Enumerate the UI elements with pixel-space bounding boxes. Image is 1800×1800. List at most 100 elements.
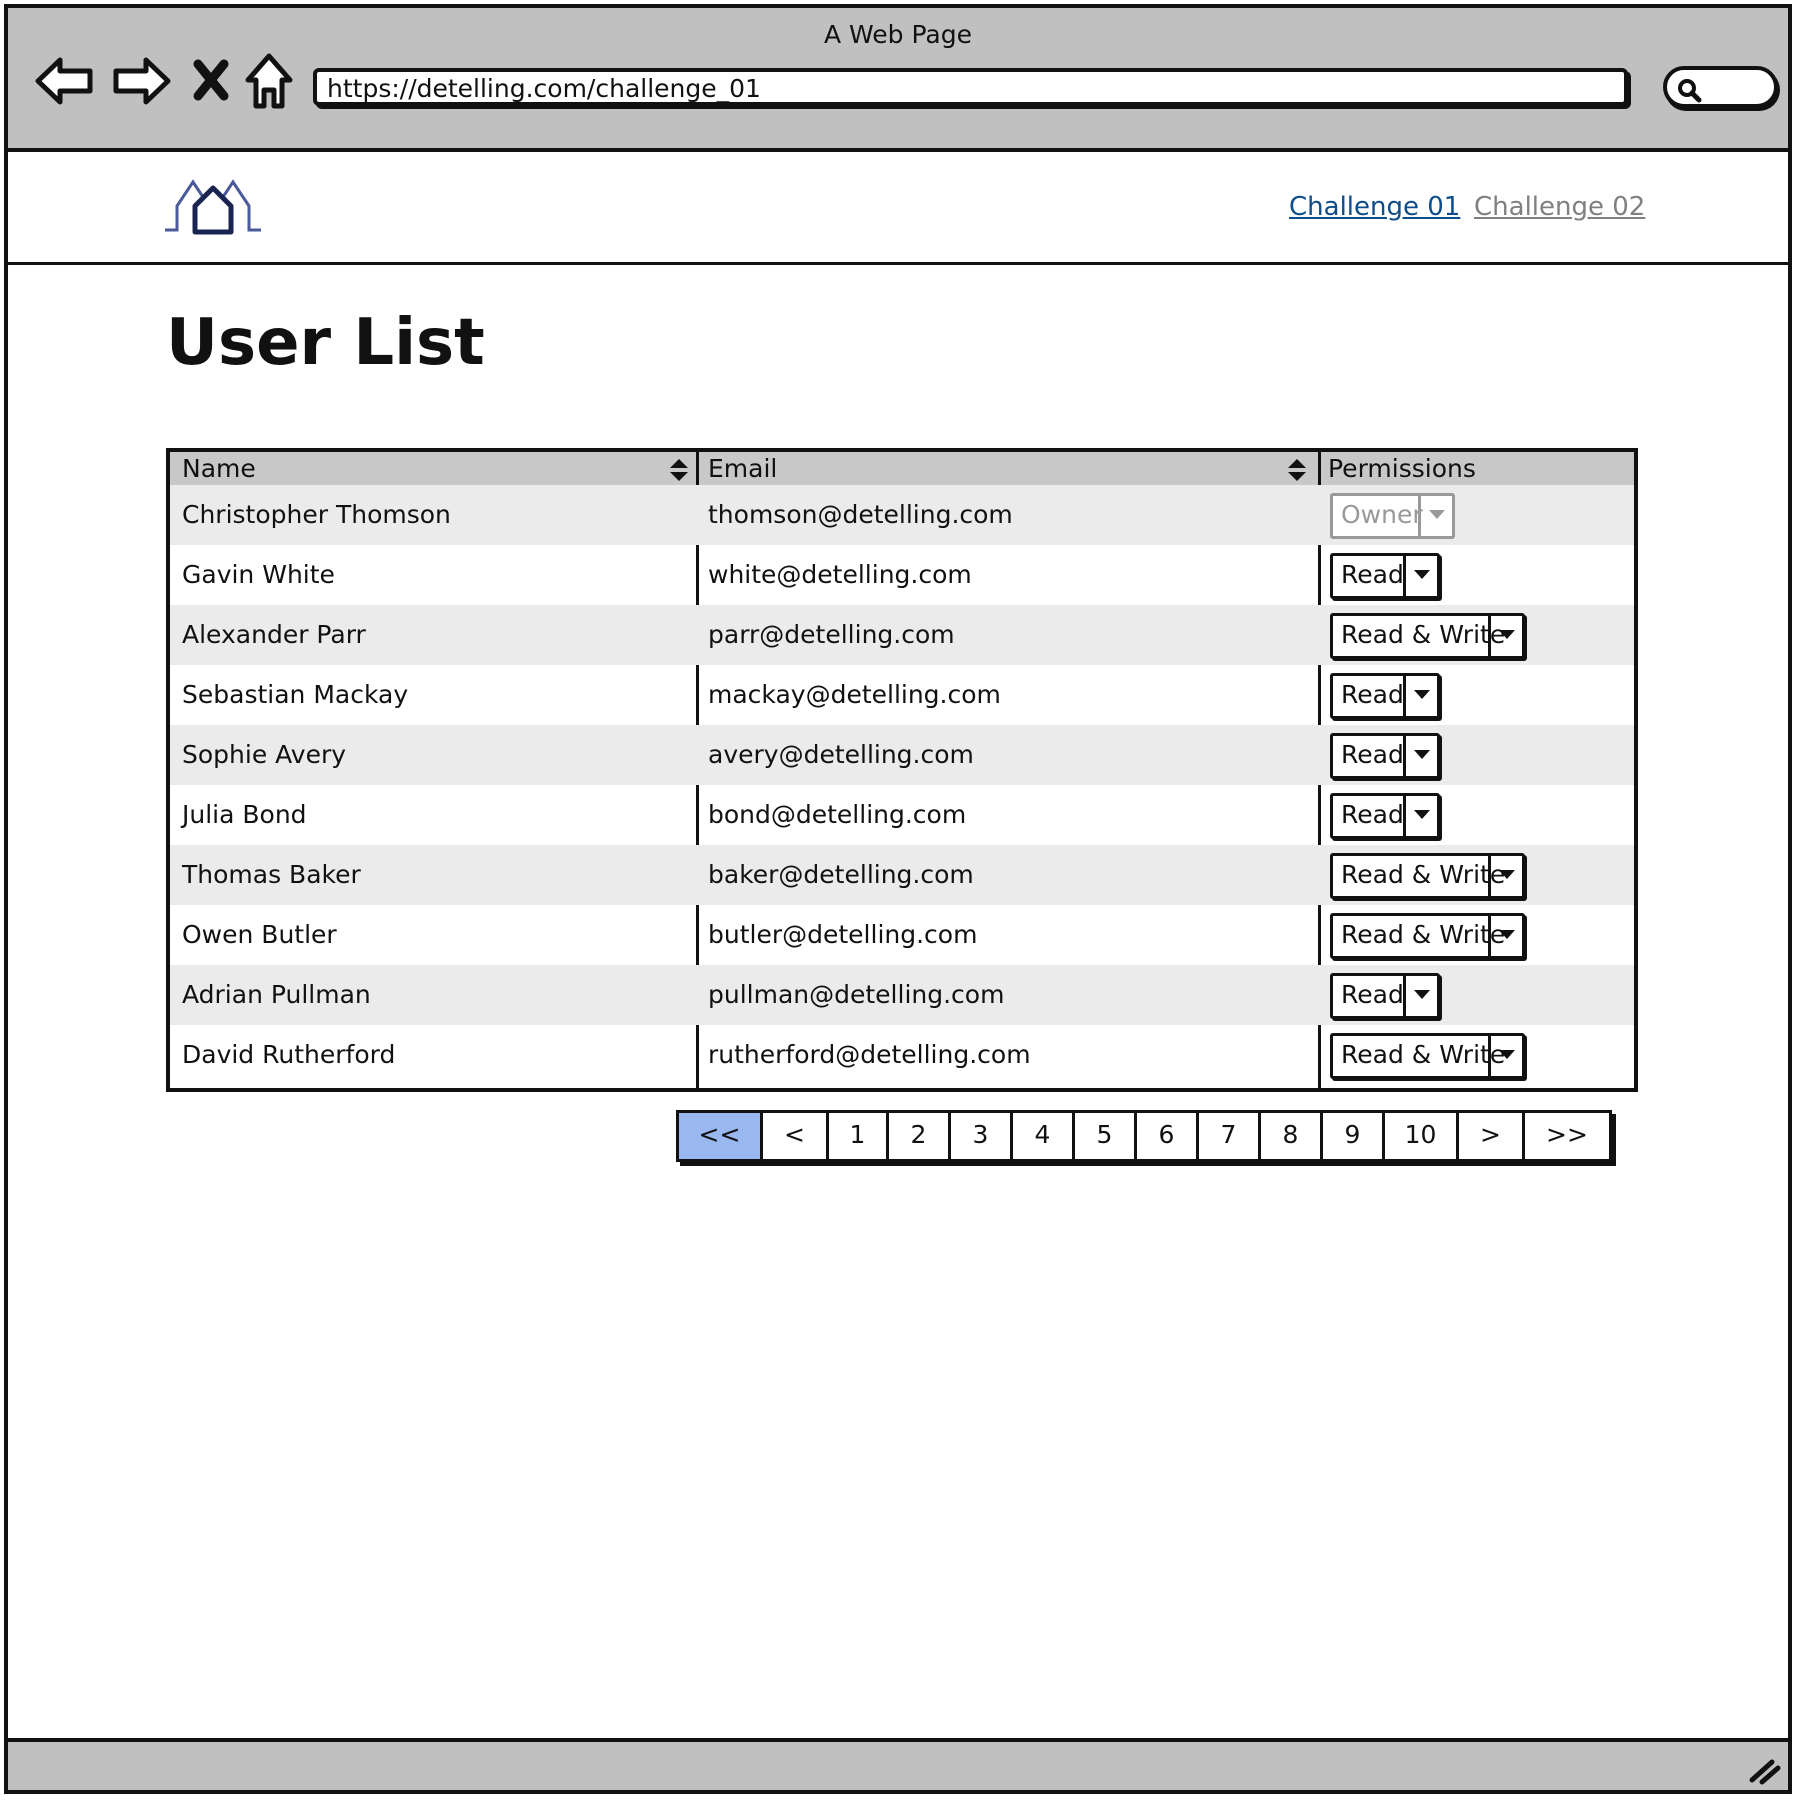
dropdown-toggle[interactable]	[1403, 976, 1437, 1016]
chevron-down-icon	[1414, 990, 1430, 999]
user-email-cell: mackay@detelling.com	[708, 680, 1001, 709]
user-email-cell: thomson@detelling.com	[708, 500, 1013, 529]
dropdown-toggle[interactable]	[1403, 736, 1437, 776]
chevron-down-icon	[1429, 510, 1445, 519]
page-button[interactable]: 6	[1137, 1113, 1199, 1159]
sort-icon[interactable]	[668, 458, 690, 482]
chevron-down-icon	[1414, 810, 1430, 819]
browser-statusbar	[8, 1738, 1788, 1790]
user-email-cell: rutherford@detelling.com	[708, 1040, 1031, 1069]
user-name-cell: Sophie Avery	[182, 740, 347, 769]
user-name-cell: Christopher Thomson	[182, 500, 451, 529]
page-button[interactable]: >>	[1525, 1113, 1609, 1159]
user-name-cell: Julia Bond	[182, 800, 307, 829]
dropdown-toggle[interactable]	[1403, 556, 1437, 596]
chevron-down-icon	[1414, 750, 1430, 759]
page-button[interactable]: 7	[1199, 1113, 1261, 1159]
back-button[interactable]	[34, 50, 96, 112]
table-row: Owen Butler butler@detelling.com Read & Wr…	[170, 905, 1634, 965]
permission-value: Read	[1341, 560, 1404, 589]
page-button[interactable]: 8	[1261, 1113, 1323, 1159]
user-email-cell: baker@detelling.com	[708, 860, 974, 889]
permission-select[interactable]: Read	[1330, 673, 1440, 719]
page-button[interactable]: <<	[679, 1113, 763, 1159]
column-header-name: Name	[182, 454, 256, 483]
dropdown-toggle[interactable]	[1403, 676, 1437, 716]
user-table: Name Email Permissions Christopher Thoms…	[166, 448, 1638, 1092]
permission-value: Read & Write	[1341, 620, 1506, 649]
window-title: A Web Page	[823, 20, 973, 49]
chevron-down-icon	[1499, 930, 1515, 939]
permission-value: Read	[1341, 680, 1404, 709]
table-row: Sebastian Mackay mackay@detelling.com Read	[170, 665, 1634, 725]
permission-value: Read	[1341, 740, 1404, 769]
user-email-cell: parr@detelling.com	[708, 620, 955, 649]
page-button[interactable]: 9	[1323, 1113, 1385, 1159]
site-logo[interactable]	[163, 176, 263, 240]
table-row: Alexander Parr parr@detelling.com Read & W…	[170, 605, 1634, 665]
nav-link-challenge-02[interactable]: Challenge 02	[1474, 192, 1645, 222]
page-button[interactable]: 10	[1385, 1113, 1459, 1159]
page-button[interactable]: >	[1459, 1113, 1525, 1159]
resize-grip-icon[interactable]	[1746, 1754, 1782, 1786]
permission-select[interactable]: Read	[1330, 553, 1440, 599]
permission-select[interactable]: Read & Write	[1330, 853, 1525, 899]
browser-search-field[interactable]	[1663, 66, 1778, 108]
page-title: User List	[166, 306, 485, 380]
permission-select[interactable]: Read	[1330, 973, 1440, 1019]
column-header-permissions: Permissions	[1328, 454, 1476, 483]
permission-value: Read & Write	[1341, 860, 1506, 889]
permission-select[interactable]: Read & Write	[1330, 613, 1525, 659]
column-header-email: Email	[708, 454, 778, 483]
permission-value: Read & Write	[1341, 920, 1506, 949]
close-icon	[193, 59, 229, 101]
user-name-cell: Thomas Baker	[182, 860, 361, 889]
stop-button[interactable]	[186, 50, 236, 112]
page-button[interactable]: 4	[1013, 1113, 1075, 1159]
page-button[interactable]: 3	[951, 1113, 1013, 1159]
table-row: Julia Bond bond@detelling.com Read	[170, 785, 1634, 845]
page-button[interactable]: 2	[889, 1113, 951, 1159]
page-button[interactable]: 1	[829, 1113, 889, 1159]
logo-house-icon	[165, 179, 261, 235]
permission-select[interactable]: Read & Write	[1330, 1033, 1525, 1079]
page-button[interactable]: 5	[1075, 1113, 1137, 1159]
url-input[interactable]: https://detelling.com/challenge_01	[313, 68, 1628, 106]
dropdown-toggle[interactable]	[1488, 1036, 1522, 1076]
user-email-cell: butler@detelling.com	[708, 920, 978, 949]
dropdown-toggle[interactable]	[1488, 856, 1522, 896]
permission-value: Read & Write	[1341, 1040, 1506, 1069]
table-row: Adrian Pullman pullman@detelling.com Read	[170, 965, 1634, 1025]
user-email-cell: bond@detelling.com	[708, 800, 967, 829]
permission-select[interactable]: Read	[1330, 733, 1440, 779]
permission-value: Read	[1341, 980, 1404, 1009]
user-name-cell: Owen Butler	[182, 920, 337, 949]
dropdown-toggle[interactable]	[1488, 616, 1522, 656]
table-row: Thomas Baker baker@detelling.com Read & Wr…	[170, 845, 1634, 905]
forward-button[interactable]	[110, 50, 172, 112]
permission-select[interactable]: Read	[1330, 793, 1440, 839]
site-header: Challenge 01 Challenge 02	[8, 152, 1788, 265]
home-icon	[245, 53, 293, 109]
page-button[interactable]: <	[763, 1113, 829, 1159]
home-button[interactable]	[242, 50, 304, 112]
permission-select[interactable]: Read & Write	[1330, 913, 1525, 959]
table-row: Gavin White white@detelling.com Read	[170, 545, 1634, 605]
user-name-cell: Alexander Parr	[182, 620, 366, 649]
pagination: << <1 2 3 4 5 6 7 8 9 10 > >>	[676, 1110, 1612, 1162]
user-name-cell: Sebastian Mackay	[182, 680, 409, 709]
table-header: Name Email Permissions	[170, 452, 1634, 485]
chevron-down-icon	[1499, 630, 1515, 639]
permission-select: Owner	[1330, 493, 1455, 539]
user-name-cell: Adrian Pullman	[182, 980, 371, 1009]
user-email-cell: avery@detelling.com	[708, 740, 974, 769]
dropdown-toggle[interactable]	[1488, 916, 1522, 956]
table-row: Sophie Avery avery@detelling.com Read	[170, 725, 1634, 785]
sort-icon[interactable]	[1286, 458, 1308, 482]
user-name-cell: Gavin White	[182, 560, 335, 589]
chevron-down-icon	[1414, 690, 1430, 699]
table-row: David Rutherford rutherford@detelling.com…	[170, 1025, 1634, 1085]
dropdown-toggle[interactable]	[1403, 796, 1437, 836]
nav-link-challenge-01[interactable]: Challenge 01	[1289, 192, 1460, 222]
chevron-down-icon	[1499, 1050, 1515, 1059]
